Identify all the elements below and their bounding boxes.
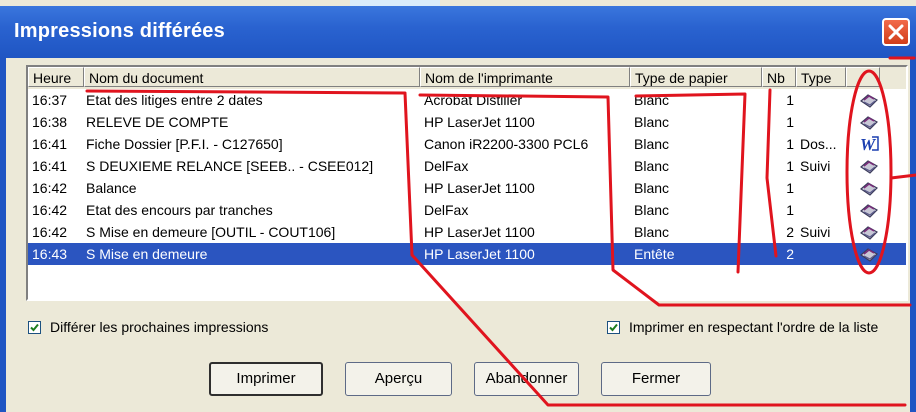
cell-time: 16:43: [32, 246, 68, 262]
cell-document: Fiche Dossier [P.F.I. - C127650]: [86, 136, 283, 152]
cell-count: 1: [786, 136, 794, 152]
table-row[interactable]: 16:37 Etat des litiges entre 2 dates Acrob…: [28, 89, 906, 111]
cell-time: 16:42: [32, 224, 68, 240]
cell-count: 1: [786, 92, 794, 108]
cell-document: Etat des encours par tranches: [86, 202, 273, 218]
table-row[interactable]: 16:42 Balance HP LaserJet 1100 Blanc 1: [28, 177, 906, 199]
cell-document: Etat des litiges entre 2 dates: [86, 92, 263, 108]
cell-document: S Mise en demeure: [86, 246, 208, 262]
cell-count: 1: [786, 202, 794, 218]
word-icon: W: [858, 133, 884, 155]
cell-paper-type: Blanc: [634, 180, 670, 196]
column-header-paper-type[interactable]: Type de papier: [630, 67, 762, 87]
cell-paper-type: Blanc: [634, 202, 670, 218]
printer-icon: [858, 89, 884, 111]
cell-printer: Canon iR2200-3300 PCL6: [424, 136, 589, 152]
cell-count: 2: [786, 246, 794, 262]
cell-paper-type: Blanc: [634, 114, 670, 130]
cell-time: 16:42: [32, 202, 68, 218]
printer-icon: [858, 111, 884, 133]
column-header-count[interactable]: Nb: [762, 67, 796, 87]
table-row[interactable]: 16:41 S DEUXIEME RELANCE [SEEB.. - CSEE01…: [28, 155, 906, 177]
table-row[interactable]: 16:42 S Mise en demeure [OUTIL - COUT106]…: [28, 221, 906, 243]
column-header-type[interactable]: Type: [796, 67, 846, 87]
cell-document: RELEVE DE COMPTE: [86, 114, 229, 130]
cell-type: [800, 89, 848, 111]
cell-count: 1: [786, 114, 794, 130]
cell-document: S Mise en demeure [OUTIL - COUT106]: [86, 224, 336, 240]
cell-type: Suivi: [800, 158, 831, 174]
printer-icon: [858, 199, 884, 221]
cell-paper-type: Blanc: [634, 136, 670, 152]
list-rows: 16:37 Etat des litiges entre 2 dates Acrob…: [28, 89, 906, 265]
cell-type: Suivi: [800, 224, 831, 240]
cell-paper-type: Entête: [634, 246, 675, 262]
printer-icon: [858, 243, 884, 265]
cell-time: 16:38: [32, 114, 68, 130]
cell-type: Dos...: [800, 136, 837, 152]
title-bar[interactable]: Impressions différées: [0, 6, 916, 58]
table-row[interactable]: 16:43 S Mise en demeure HP LaserJet 1100 En…: [28, 243, 906, 265]
cell-printer: Acrobat Distiller: [424, 92, 523, 108]
cell-printer: HP LaserJet 1100: [424, 114, 535, 130]
cell-paper-type: Blanc: [634, 92, 670, 108]
defer-label: Différer les prochaines impressions: [50, 319, 269, 335]
order-checkbox[interactable]: Imprimer en respectant l'ordre de la lis…: [607, 319, 878, 335]
order-label: Imprimer en respectant l'ordre de la lis…: [629, 319, 879, 335]
column-header-document[interactable]: Nom du document: [84, 67, 420, 87]
dialog-window: Impressions différées Heure Nom du docum…: [0, 0, 916, 412]
table-row[interactable]: 16:41 Fiche Dossier [P.F.I. - C127650] Can…: [28, 133, 906, 155]
column-header-time[interactable]: Heure: [28, 67, 84, 87]
cell-printer: HP LaserJet 1100: [424, 224, 535, 240]
cell-printer: DelFax: [424, 158, 469, 174]
defer-checkbox[interactable]: Différer les prochaines impressions: [28, 319, 268, 335]
window-frame-left: [0, 58, 6, 412]
checkmark-icon: [609, 323, 618, 331]
defer-checkbox-box[interactable]: [28, 320, 41, 334]
cell-type: [800, 243, 848, 265]
cell-printer: DelFax: [424, 202, 469, 218]
cell-time: 16:41: [32, 158, 68, 174]
table-row[interactable]: 16:42 Etat des encours par tranches DelFax…: [28, 199, 906, 221]
cell-document: S DEUXIEME RELANCE [SEEB.. - CSEE012]: [86, 158, 374, 174]
printer-icon: [858, 177, 884, 199]
cell-paper-type: Blanc: [634, 224, 670, 240]
abandon-button[interactable]: Abandonner: [474, 362, 579, 396]
column-header-printer[interactable]: Nom de l'imprimante: [420, 67, 630, 87]
cell-type: [800, 177, 848, 199]
cell-document: Balance: [86, 180, 137, 196]
cell-printer: HP LaserJet 1100: [424, 246, 535, 262]
window-frame-right: [910, 58, 916, 412]
column-header-icon[interactable]: [846, 67, 880, 87]
printer-icon: [858, 221, 884, 243]
cell-time: 16:37: [32, 92, 68, 108]
cell-time: 16:42: [32, 180, 68, 196]
checkmark-icon: [30, 323, 39, 331]
print-button[interactable]: Imprimer: [209, 362, 323, 396]
cell-printer: HP LaserJet 1100: [424, 180, 535, 196]
print-jobs-list[interactable]: Heure Nom du document Nom de l'imprimant…: [26, 65, 908, 301]
order-checkbox-box[interactable]: [607, 320, 620, 334]
cell-time: 16:41: [32, 136, 68, 152]
cell-count: 1: [786, 180, 794, 196]
cell-count: 2: [786, 224, 794, 240]
window-title: Impressions différées: [14, 20, 225, 42]
cell-count: 1: [786, 158, 794, 174]
table-row[interactable]: 16:38 RELEVE DE COMPTE HP LaserJet 1100 Bla…: [28, 111, 906, 133]
preview-button[interactable]: Aperçu: [345, 362, 452, 396]
list-header: Heure Nom du document Nom de l'imprimant…: [28, 67, 906, 89]
cell-paper-type: Blanc: [634, 158, 670, 174]
cell-type: [800, 199, 848, 221]
close-icon: [888, 24, 904, 40]
printer-icon: [858, 155, 884, 177]
close-button[interactable]: Fermer: [601, 362, 711, 396]
close-window-button[interactable]: [882, 18, 910, 46]
cell-type: [800, 111, 848, 133]
